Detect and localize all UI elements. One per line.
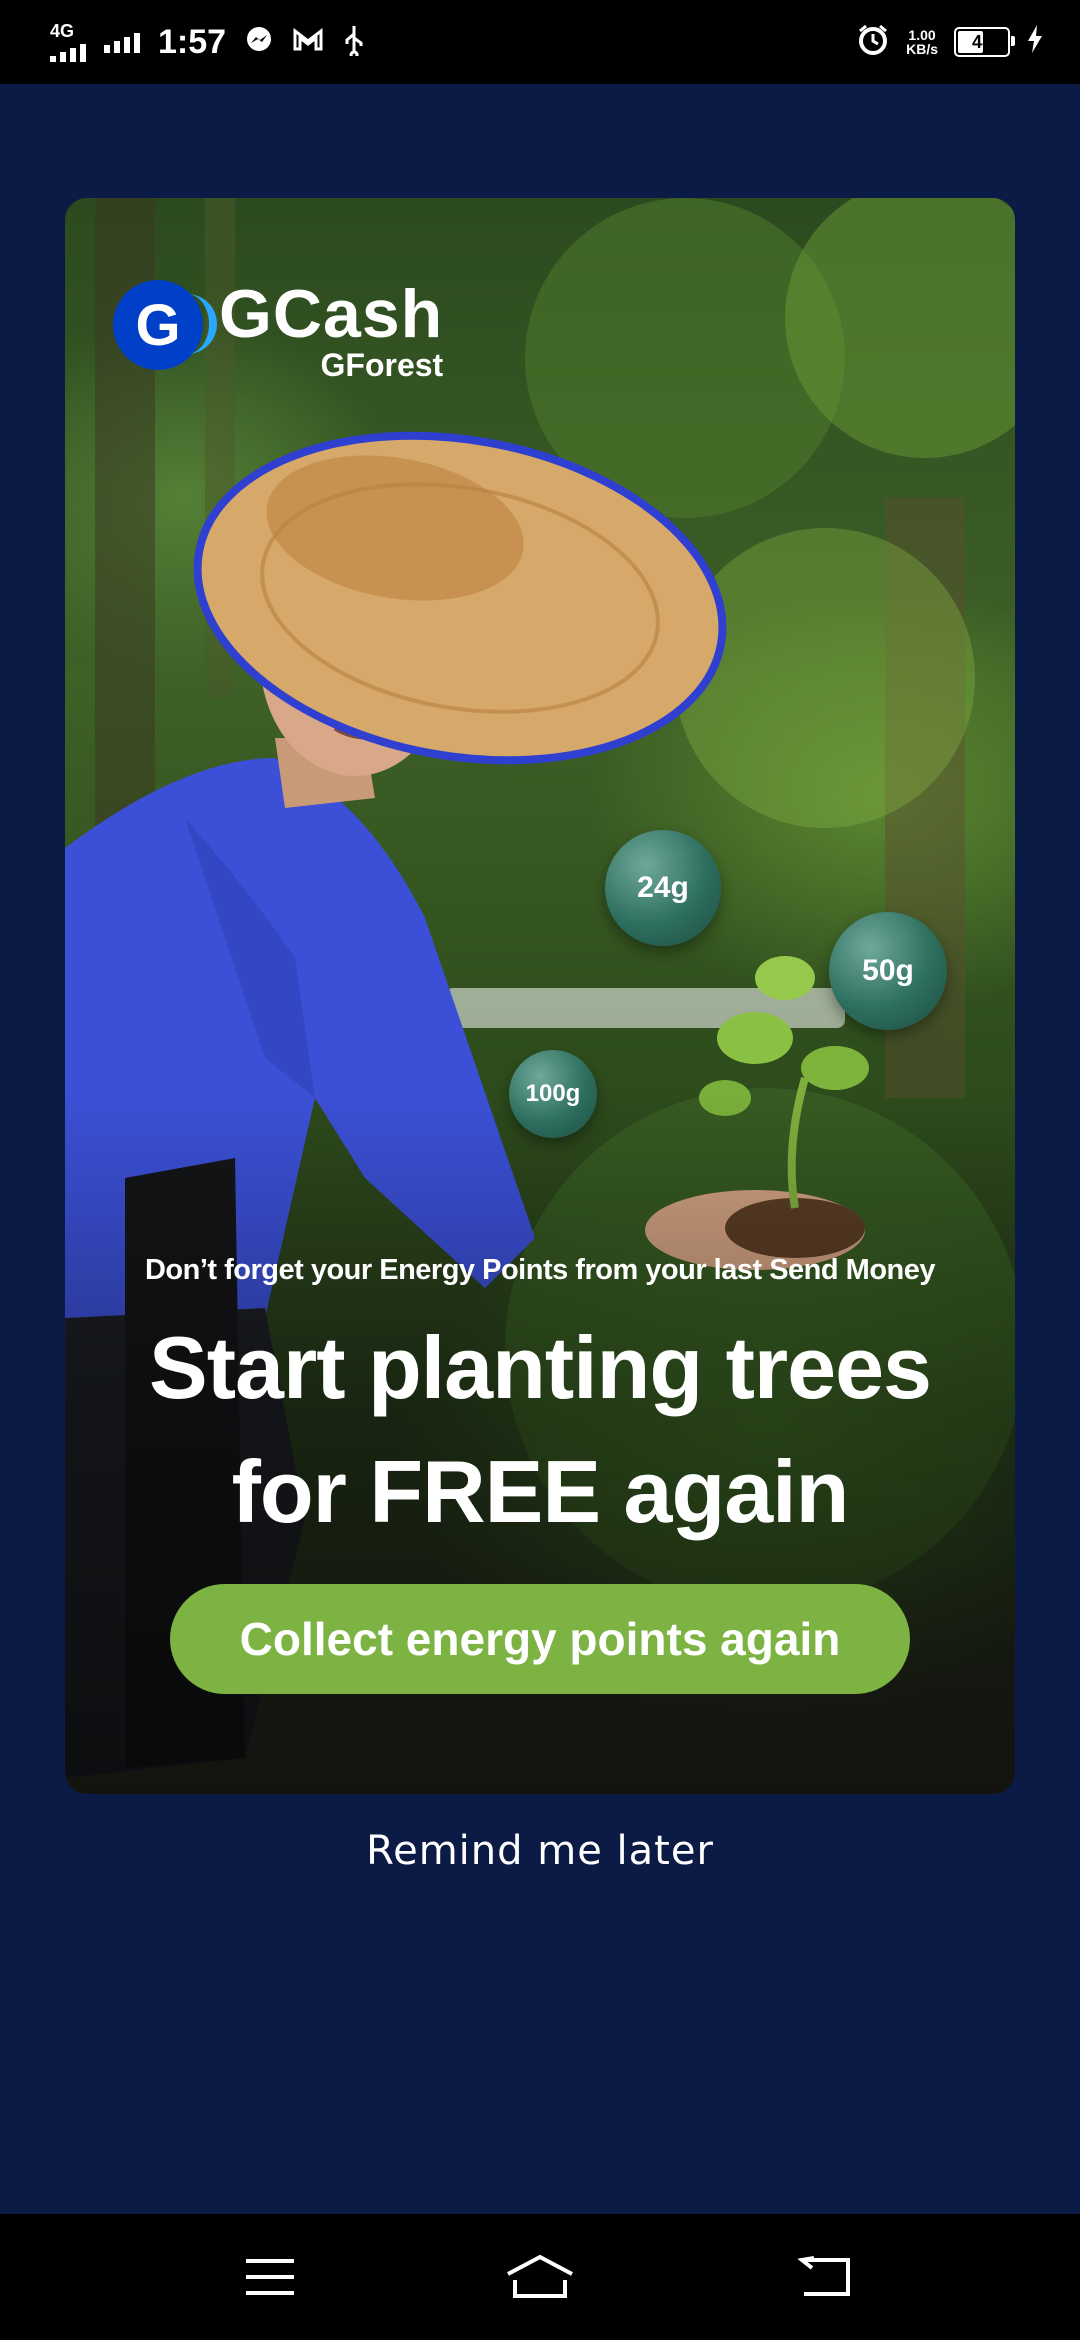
speed-value: 1.00 <box>908 27 936 43</box>
clock: 1:57 <box>158 22 227 61</box>
promo-subline: Don’t forget your Energy Points from you… <box>144 1254 936 1286</box>
logo-letter: G <box>135 292 181 358</box>
alarm-icon <box>856 23 890 62</box>
energy-bubble: 100g <box>509 1050 597 1138</box>
messenger-icon <box>244 25 274 60</box>
headline-line-2: for FREE again <box>231 1442 850 1541</box>
promo-headline: Start planting trees for FREE again <box>65 1306 1015 1554</box>
promo-card[interactable]: G GCash GForest 24g 50g 100g Don’t forge… <box>65 198 1015 1794</box>
network-indicator: 4G <box>50 22 86 62</box>
gcash-logo: G GCash GForest <box>113 280 443 382</box>
navigation-bar <box>0 2214 1080 2340</box>
headline-line-1: Start planting trees <box>149 1318 932 1417</box>
collect-energy-points-button[interactable]: Collect energy points again <box>170 1584 910 1694</box>
speed-unit: KB/s <box>906 41 938 57</box>
network-type: 4G <box>50 21 75 41</box>
menu-button[interactable] <box>210 2214 330 2340</box>
signal-icon-2 <box>104 31 140 53</box>
menu-icon <box>246 2259 294 2295</box>
signal-icon <box>50 40 86 62</box>
back-icon <box>797 2256 850 2296</box>
back-button[interactable] <box>764 2214 884 2340</box>
battery-level: 48 <box>971 31 993 52</box>
brand-subtitle: GForest <box>320 347 444 383</box>
energy-bubble: 50g <box>829 912 947 1030</box>
usb-icon <box>342 24 366 61</box>
home-button[interactable] <box>480 2214 600 2340</box>
gcash-logo-icon: G <box>113 280 217 370</box>
home-icon <box>507 2254 573 2298</box>
network-speed: 1.00 KB/s <box>906 28 938 56</box>
brand-name: GCash <box>219 276 444 352</box>
remind-me-later-button[interactable]: Remind me later <box>0 1828 1080 1874</box>
charging-icon <box>1026 24 1044 61</box>
gmail-icon <box>292 27 324 58</box>
status-bar: 4G 1:57 1.00 KB/s 48 <box>0 0 1080 84</box>
energy-bubble: 24g <box>605 830 721 946</box>
battery-icon: 48 <box>954 27 1015 57</box>
